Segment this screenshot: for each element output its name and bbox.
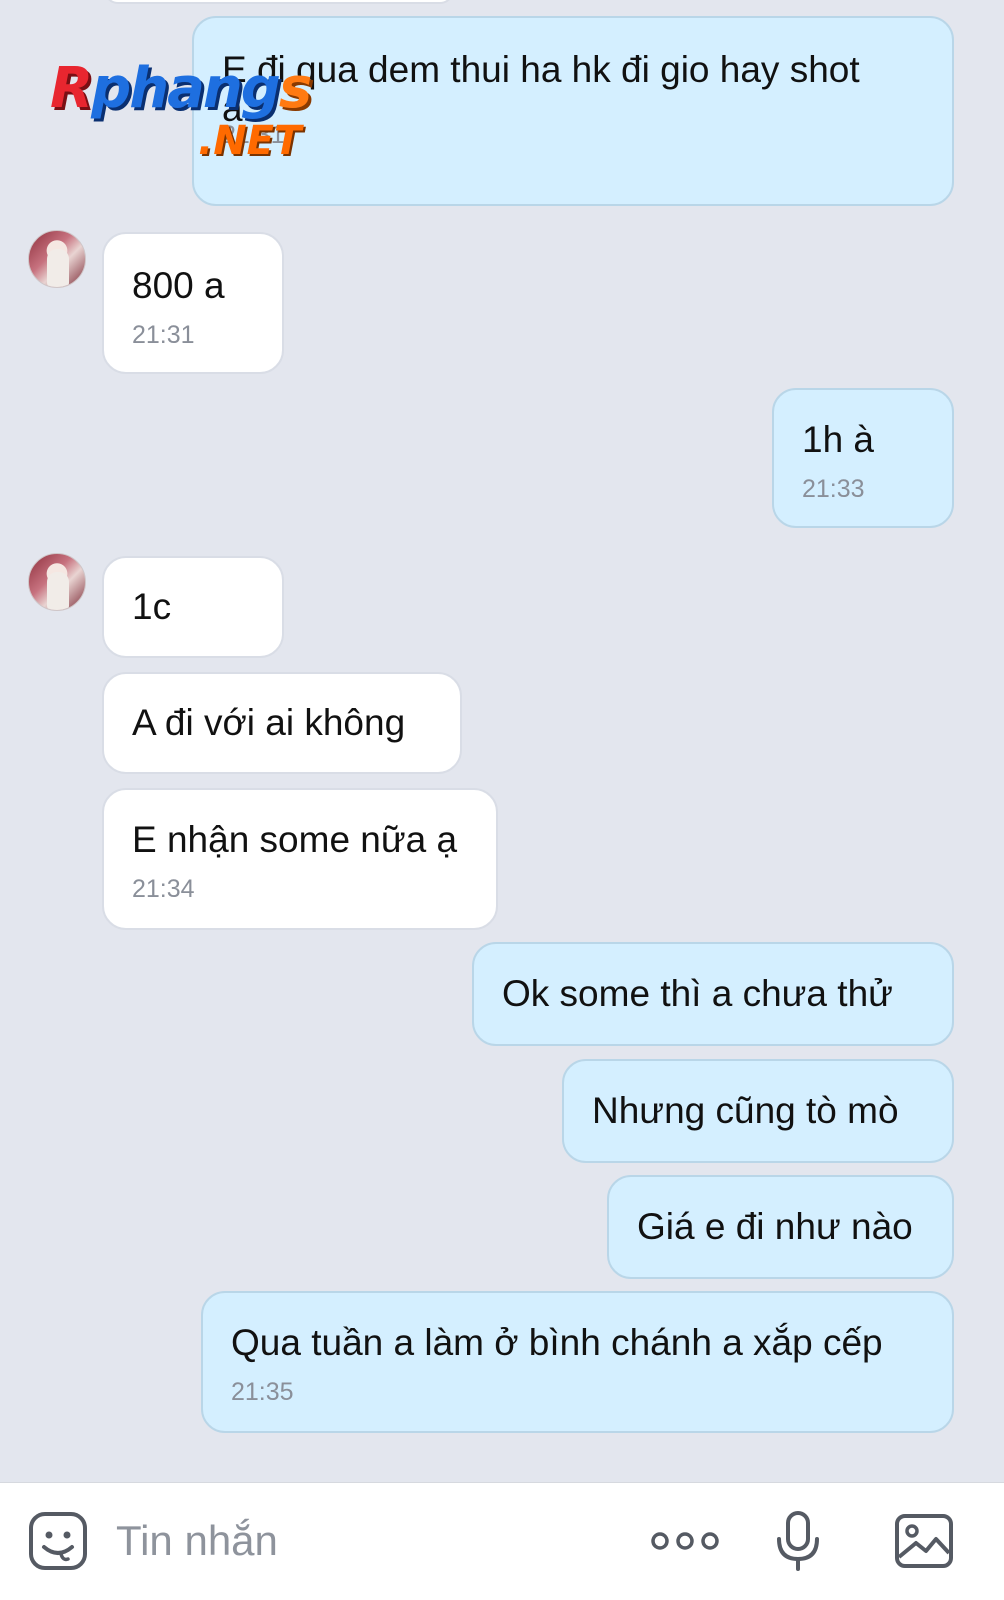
message-text: 800 a — [132, 265, 225, 306]
message-text: 1h à — [802, 419, 875, 460]
image-gallery-icon[interactable] — [892, 1509, 956, 1573]
sent-message[interactable]: Nhưng cũng tò mò — [562, 1059, 954, 1163]
sent-message[interactable]: 1h à 21:33 — [772, 388, 954, 528]
message-input-bar: Tin nhắn — [0, 1482, 1004, 1600]
message-input[interactable]: Tin nhắn — [116, 1513, 278, 1569]
sticker-smile-icon[interactable] — [26, 1509, 90, 1573]
message-time: 21:31 — [132, 321, 195, 349]
message-text: E đi qua dem thui ha hk đi gio hay shot — [222, 49, 860, 90]
microphone-icon[interactable] — [766, 1509, 830, 1573]
message-time: 21:34 — [132, 875, 195, 903]
message-text: Giá e đi như nào — [637, 1206, 913, 1247]
received-message[interactable]: 1c — [102, 556, 284, 658]
message-list[interactable]: E đi qua dem thui ha hk đi gio hay shot … — [0, 0, 1004, 1482]
message-text: Qua tuần a làm ở bình chánh a xắp cếp — [231, 1322, 883, 1363]
sent-message[interactable]: Qua tuần a làm ở bình chánh a xắp cếp 21… — [201, 1291, 954, 1433]
received-message[interactable]: 800 a 21:31 — [102, 232, 284, 374]
message-text: E nhận some nữa ạ — [132, 819, 458, 860]
previous-message-edge — [104, 0, 454, 4]
message-text: A đi với ai không — [132, 702, 406, 743]
sent-message[interactable]: E đi qua dem thui ha hk đi gio hay shot … — [192, 16, 954, 206]
message-time: 21:31 — [222, 121, 285, 149]
contact-avatar[interactable] — [28, 230, 86, 288]
more-options-icon[interactable] — [650, 1509, 719, 1573]
message-time: 21:35 — [231, 1378, 294, 1406]
message-time: 21:33 — [802, 475, 865, 503]
message-text: Ok some thì a chưa thử — [502, 973, 893, 1014]
received-message[interactable]: A đi với ai không — [102, 672, 462, 774]
sent-message[interactable]: Ok some thì a chưa thử — [472, 942, 954, 1046]
chat-screen: E đi qua dem thui ha hk đi gio hay shot … — [0, 0, 1004, 1600]
received-message[interactable]: E nhận some nữa ạ 21:34 — [102, 788, 498, 930]
message-text: Nhưng cũng tò mò — [592, 1090, 899, 1131]
sent-message[interactable]: Giá e đi như nào — [607, 1175, 954, 1279]
message-text: 1c — [132, 586, 172, 627]
contact-avatar[interactable] — [28, 553, 86, 611]
